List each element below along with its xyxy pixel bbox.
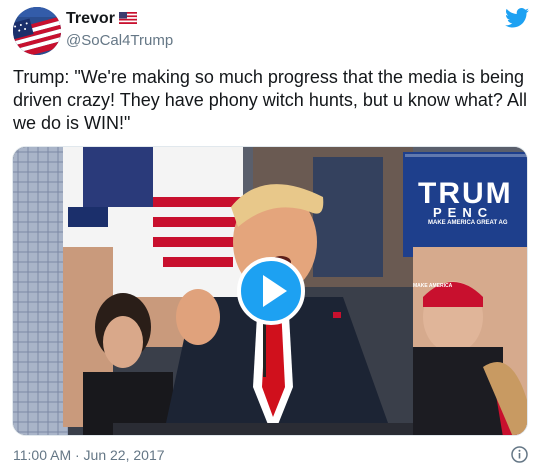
hat-text: MAKE AMERICA	[413, 283, 453, 289]
play-button[interactable]	[237, 257, 305, 325]
tweet-text: Trump: "We're making so much progress th…	[13, 67, 527, 133]
avatar[interactable]	[13, 7, 61, 55]
user-handle[interactable]: @SoCal4Trump	[66, 32, 173, 49]
video-thumbnail[interactable]: TRUM PENC MAKE AMERICA GREAT AG MAKE AME…	[12, 146, 528, 436]
sign-text-pence: PENC	[433, 205, 494, 220]
us-flag-emoji-icon	[119, 12, 137, 24]
twitter-bird-icon[interactable]	[505, 8, 529, 28]
sign-text-slogan: MAKE AMERICA GREAT AG	[428, 220, 508, 226]
info-icon[interactable]	[511, 446, 528, 463]
play-icon	[263, 275, 287, 307]
tweet-timestamp[interactable]: 11:00 AM · Jun 22, 2017	[13, 447, 165, 463]
display-name[interactable]: Trevor	[66, 10, 115, 28]
tweet-card: Trevor @SoCal4Trump Trump: "We're making…	[0, 0, 543, 470]
